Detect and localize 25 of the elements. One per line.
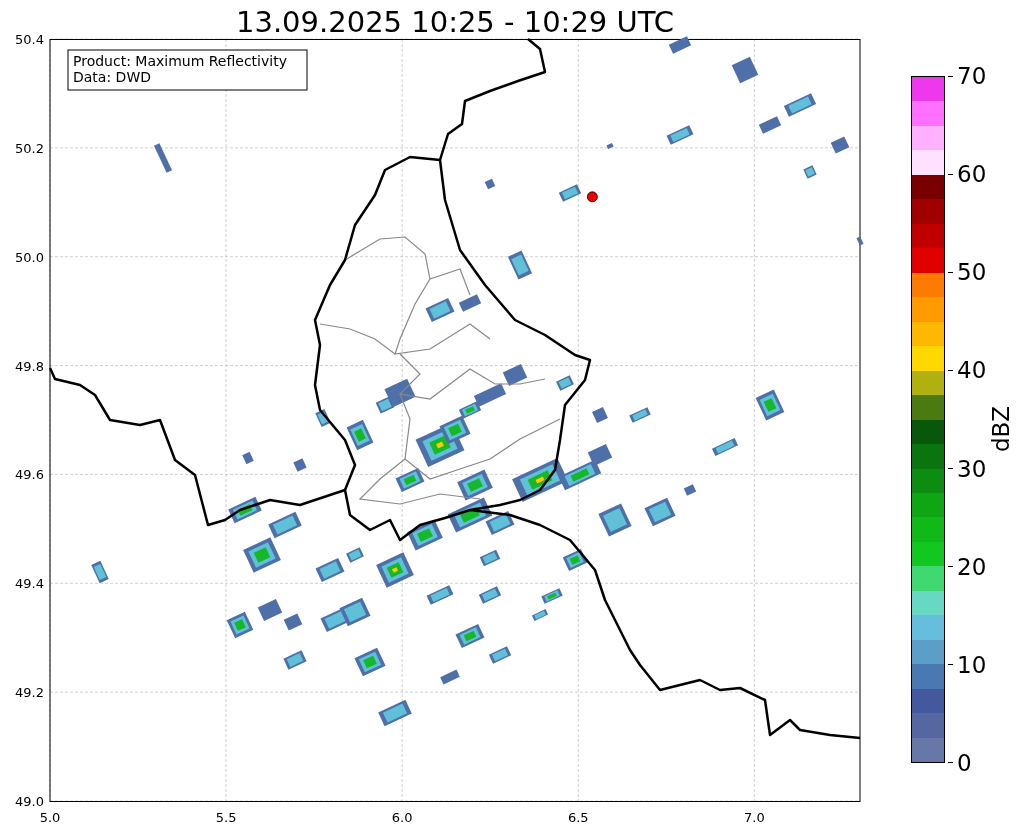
colorbar-label: dBZ [988,405,1015,453]
colorbar-tick-label: 70 [957,63,987,89]
x-tick-label: 5.5 [215,810,237,825]
info-text: Data: DWD [73,69,151,85]
x-tick-label: 6.5 [567,810,589,825]
y-tick-label: 49.0 [15,794,44,809]
x-tick-label: 7.0 [744,810,765,825]
x-tick-label: 6.0 [391,810,413,825]
colorbar-tick-label: 40 [957,357,987,384]
colorbar-tick-label: 30 [957,455,987,482]
y-tick-label: 50.4 [15,32,44,47]
chart-title: 13.09.2025 10:25 - 10:29 UTC [235,4,675,31]
colorbar-tick-label: 20 [957,553,987,580]
colorbar-tick-label: 60 [957,161,987,188]
colorbar-tick-label: 0 [957,750,972,776]
y-tick-label: 50.2 [15,140,44,156]
colorbar-tick-label: 10 [957,651,987,678]
info-text: Product: Maximum Reflectivity [73,53,287,69]
y-tick-label: 49.8 [15,358,44,374]
x-tick-label: 5.0 [39,810,61,825]
y-tick-label: 49.4 [15,576,44,592]
y-tick-label: 49.2 [15,685,44,701]
y-tick-label: 49.6 [15,467,44,483]
y-tick-label: 50.0 [15,249,44,265]
colorbar-tick-label: 50 [957,259,987,286]
